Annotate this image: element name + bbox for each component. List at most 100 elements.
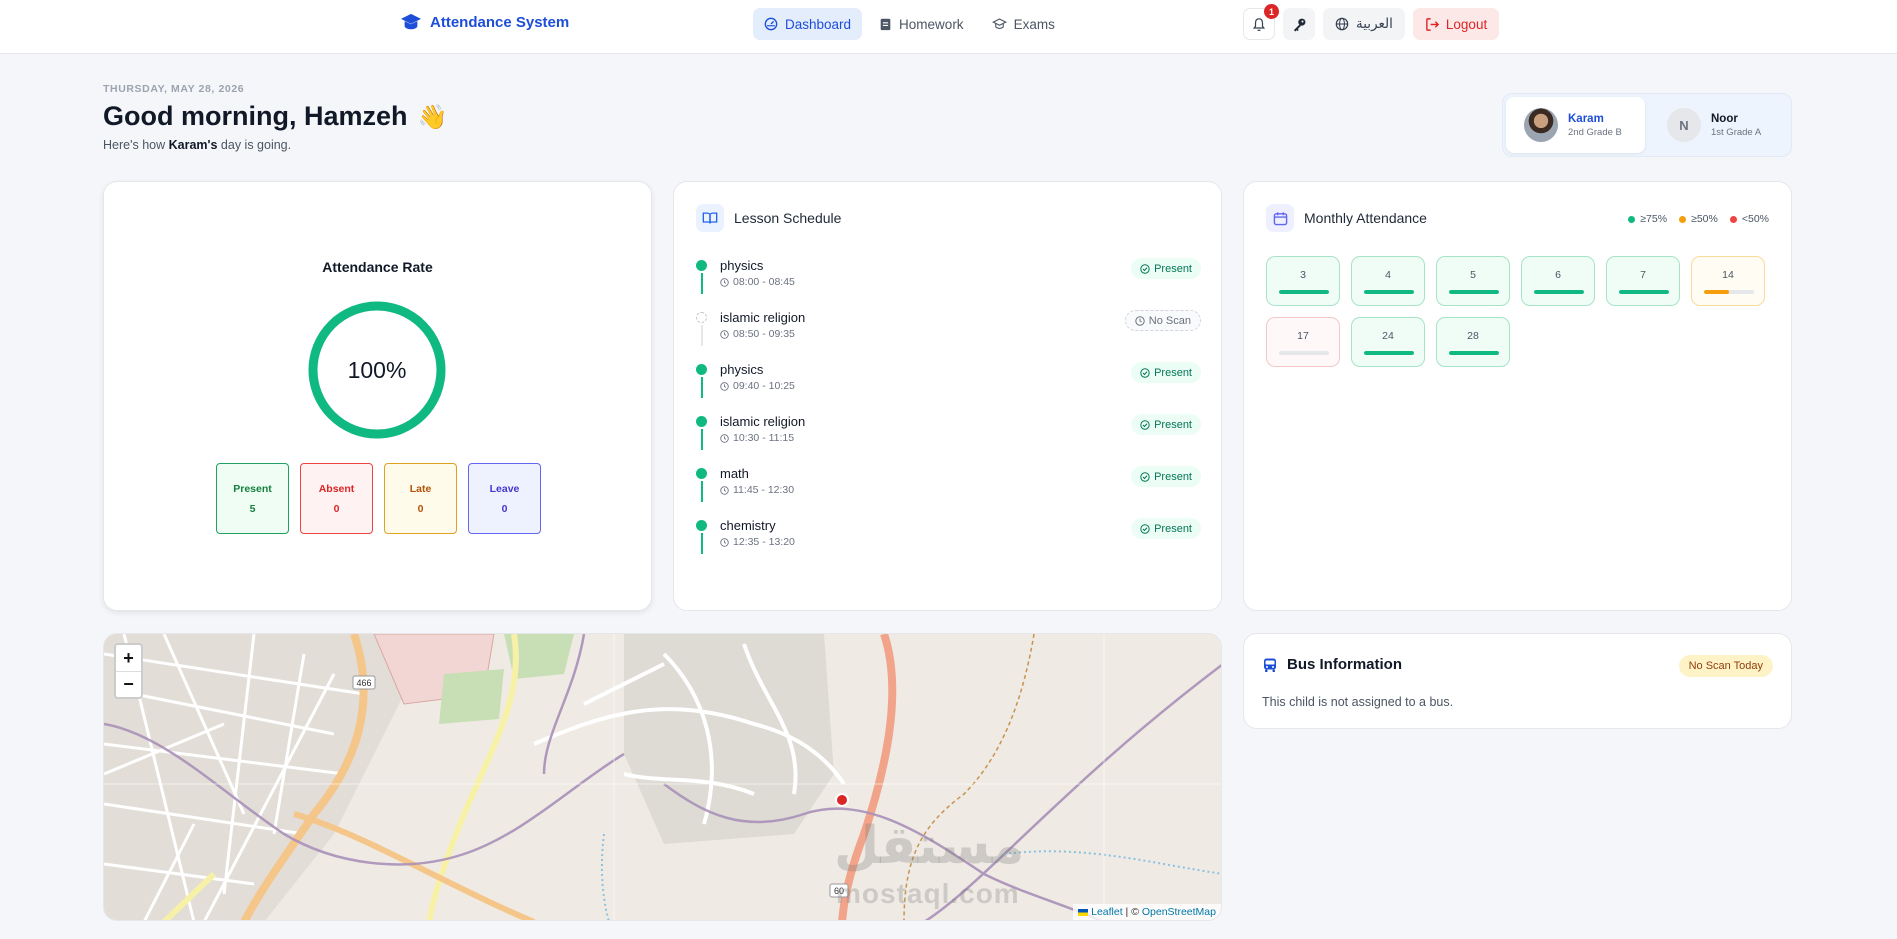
stat-label: Present (233, 482, 272, 495)
zoom-out-button[interactable]: − (116, 671, 141, 697)
logout-label: Logout (1445, 16, 1488, 32)
dashboard-icon (764, 17, 778, 31)
child-tab-noor[interactable]: N Noor 1st Grade A (1649, 97, 1788, 153)
nav-dashboard-label: Dashboard (785, 16, 852, 32)
list-item[interactable]: math 11:45 - 12:30 Present (696, 466, 1201, 518)
check-circle-icon (1140, 471, 1150, 482)
list-item[interactable]: chemistry 12:35 - 13:20 Present (696, 518, 1201, 570)
nav-exams[interactable]: Exams (981, 8, 1066, 40)
day-tile[interactable]: 4 (1351, 256, 1425, 306)
day-progress-bar (1619, 290, 1669, 294)
lesson-schedule-header: Lesson Schedule (696, 204, 841, 232)
nav-homework[interactable]: Homework (868, 8, 975, 40)
legend-dot (1628, 215, 1636, 223)
bus-information-title: Bus Information (1287, 656, 1402, 673)
status-dot (696, 468, 707, 479)
change-password-button[interactable] (1283, 8, 1315, 40)
brand[interactable]: Attendance System (400, 12, 569, 32)
map-attribution: Leaflet | © OpenStreetMap (1073, 904, 1221, 920)
stat-present[interactable]: Present 5 (216, 463, 289, 534)
check-circle-icon (1140, 367, 1150, 378)
location-marker[interactable] (835, 793, 849, 807)
status-dot (696, 416, 707, 427)
day-number: 28 (1467, 330, 1479, 342)
language-toggle-button[interactable]: العربية (1323, 8, 1405, 40)
day-number: 4 (1385, 269, 1391, 281)
logout-icon (1426, 17, 1440, 31)
legend-label: <50% (1741, 213, 1769, 225)
lesson-name: chemistry (720, 518, 776, 533)
lesson-time-text: 09:40 - 10:25 (733, 380, 795, 392)
map-tiles[interactable]: 466 60 (104, 634, 1222, 921)
bell-icon (1252, 17, 1266, 31)
nav-homework-label: Homework (899, 16, 964, 32)
child-tab-karam[interactable]: Karam 2nd Grade B (1506, 97, 1645, 153)
list-item[interactable]: islamic religion 08:50 - 09:35 No Scan (696, 310, 1201, 362)
brand-title: Attendance System (430, 13, 570, 31)
language-label: العربية (1356, 16, 1393, 32)
stat-leave[interactable]: Leave 0 (468, 463, 541, 534)
day-progress-fill (1364, 290, 1414, 294)
stat-label: Late (409, 482, 432, 495)
status-badge: Present (1131, 518, 1201, 539)
day-tile[interactable]: 5 (1436, 256, 1510, 306)
clock-icon (720, 277, 729, 287)
current-date: THURSDAY, MAY 28, 2026 (103, 83, 245, 95)
child-name: Karam (1568, 112, 1604, 125)
lesson-time-text: 11:45 - 12:30 (733, 484, 795, 496)
lesson-time: 09:40 - 10:25 (720, 380, 1201, 392)
key-icon (1293, 18, 1305, 32)
check-circle-icon (1140, 263, 1150, 274)
day-progress-bar (1279, 290, 1329, 294)
monthly-attendance-card: Monthly Attendance ≥75% ≥50% <50% 3 4 5 6 7 1… (1243, 181, 1792, 611)
status-badge: Present (1131, 258, 1201, 279)
timeline-line (701, 325, 703, 346)
lesson-name: physics (720, 362, 764, 377)
watermark: مستقل (834, 816, 1025, 876)
day-tile[interactable]: 3 (1266, 256, 1340, 306)
stat-value: 5 (249, 502, 256, 515)
logout-button[interactable]: Logout (1412, 8, 1500, 40)
status-dot (696, 364, 707, 375)
status-badge: No Scan (1124, 310, 1201, 331)
bus-message: This child is not assigned to a bus. (1262, 695, 1454, 709)
notifications-button[interactable]: 1 (1243, 4, 1279, 40)
day-tile[interactable]: 28 (1436, 317, 1510, 367)
clock-icon (1135, 315, 1145, 326)
status-badge: Present (1131, 466, 1201, 487)
day-tile[interactable]: 17 (1266, 317, 1340, 367)
child-grade: 2nd Grade B (1568, 126, 1622, 138)
list-item[interactable]: islamic religion 10:30 - 11:15 Present (696, 414, 1201, 466)
zoom-in-button[interactable]: + (116, 645, 141, 671)
lesson-time-text: 08:00 - 08:45 (733, 276, 795, 288)
monthly-attendance-header: Monthly Attendance (1266, 204, 1427, 232)
day-tile[interactable]: 14 (1691, 256, 1765, 306)
day-number: 6 (1555, 269, 1561, 281)
child-name: Noor (1711, 112, 1738, 125)
top-navbar: Attendance System Dashboard Homework Exa… (0, 0, 1897, 54)
day-tile[interactable]: 24 (1351, 317, 1425, 367)
day-progress-bar (1704, 290, 1754, 294)
legend-label: ≥50% (1691, 213, 1718, 225)
stat-late[interactable]: Late 0 (384, 463, 457, 534)
subtitle-child-name: Karam's (168, 138, 218, 152)
day-tile[interactable]: 6 (1521, 256, 1595, 306)
day-progress-fill (1364, 351, 1414, 355)
list-item[interactable]: physics 08:00 - 08:45 Present (696, 258, 1201, 310)
leaflet-link[interactable]: Leaflet (1091, 906, 1123, 918)
check-circle-icon (1140, 523, 1150, 534)
openstreetmap-link[interactable]: OpenStreetMap (1142, 906, 1216, 918)
stat-absent[interactable]: Absent 0 (300, 463, 373, 534)
list-item[interactable]: physics 09:40 - 10:25 Present (696, 362, 1201, 414)
bus-map[interactable]: 466 60 مستقل mostaql.com + − Leaflet | ©… (103, 633, 1222, 921)
day-progress-fill (1449, 351, 1499, 355)
bus-information-card: Bus Information No Scan Today This child… (1243, 633, 1792, 729)
nav-dashboard[interactable]: Dashboard (753, 8, 863, 40)
day-progress-bar (1449, 351, 1499, 355)
timeline-line (701, 481, 703, 502)
status-text: Present (1154, 262, 1192, 275)
attendance-rate-card: Attendance Rate 100% Present 5 Absent 0 La… (103, 181, 652, 611)
subtitle-prefix: Here's how (103, 138, 169, 152)
lesson-name: math (720, 466, 749, 481)
day-tile[interactable]: 7 (1606, 256, 1680, 306)
